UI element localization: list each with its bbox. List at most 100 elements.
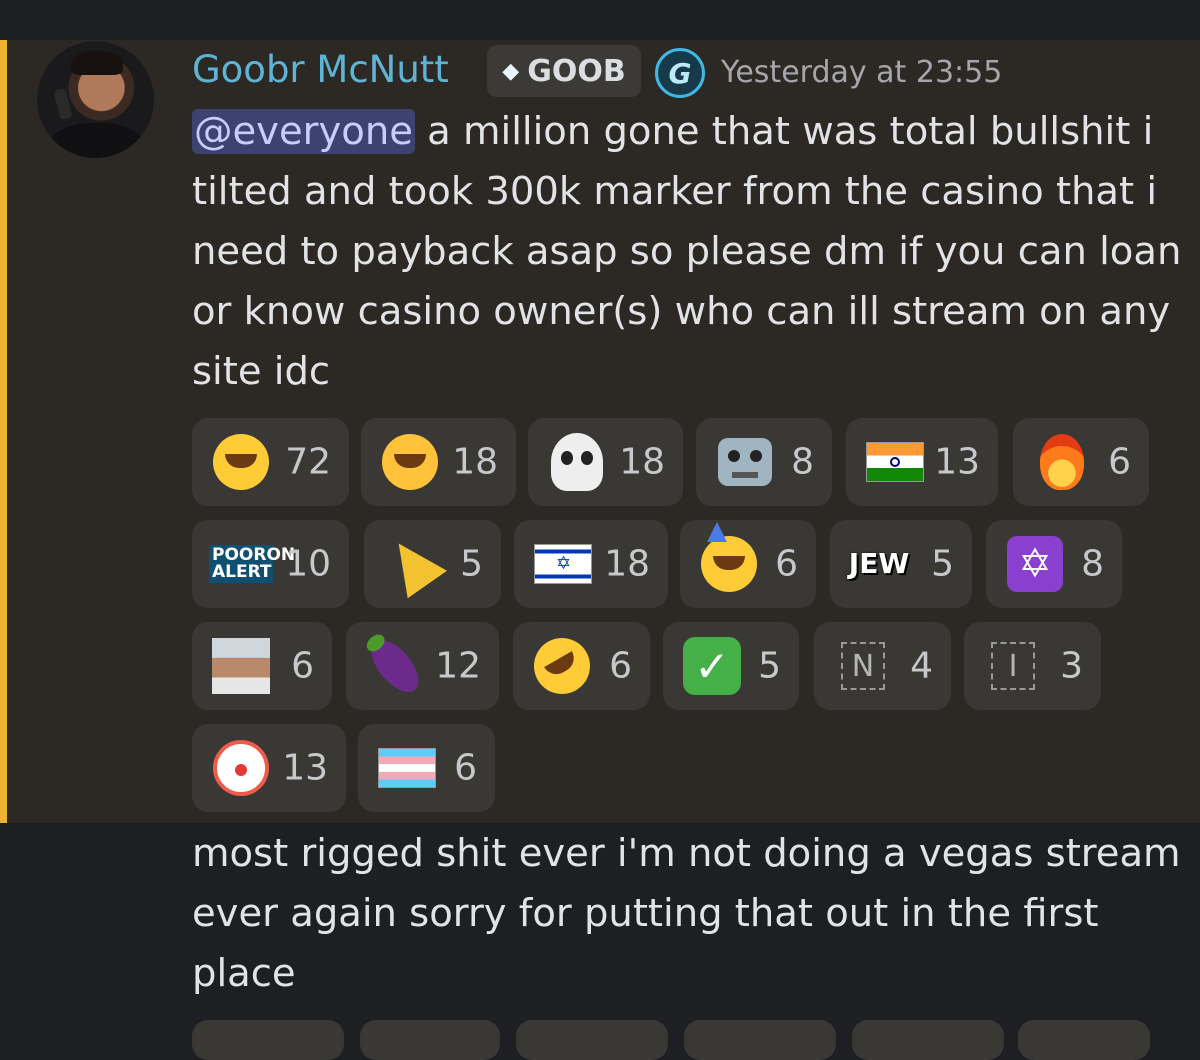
reaction-count: 10 (285, 543, 331, 585)
reaction-jew-custom[interactable]: JEW 5 (830, 520, 972, 608)
guild-tag[interactable]: ◆ GOOB (487, 45, 641, 97)
reaction-regional-n[interactable]: N4 (814, 622, 951, 710)
reaction-emoji: ✓ (681, 635, 743, 697)
partial-reaction[interactable] (852, 1020, 1004, 1060)
reaction-emoji (362, 631, 428, 701)
reaction-emoji (523, 627, 601, 705)
avatar-shirt (49, 123, 144, 158)
reaction-emoji: I (982, 635, 1044, 697)
party-popper-icon (379, 529, 447, 599)
reaction-count: 6 (775, 543, 798, 585)
reaction-count: 6 (291, 645, 314, 687)
reaction-emoji (210, 737, 272, 799)
pooron-alert-custom-icon: POORON ALERT (209, 545, 295, 583)
reaction-rofl-emoji[interactable]: 6 (513, 622, 650, 710)
check-mark-icon: ✓ (683, 637, 741, 695)
timestamp[interactable]: Yesterday at 23:55 (721, 55, 1002, 90)
reaction-joy-emoji[interactable]: 72 (192, 418, 349, 506)
reaction-emoji (546, 431, 608, 493)
reaction-count: 6 (1108, 441, 1131, 483)
reaction-israel-flag[interactable]: ✡ 18 (514, 520, 668, 608)
reaction-emoji (864, 431, 926, 493)
reaction-sob-emoji[interactable]: 18 (361, 418, 516, 506)
reaction-count: 18 (604, 543, 650, 585)
reaction-count: 12 (435, 645, 481, 687)
star-of-david-icon: ✡ (1007, 536, 1063, 592)
reaction-party-popper[interactable]: 5 (364, 520, 501, 608)
reaction-count: 13 (934, 441, 980, 483)
reaction-count: 5 (758, 645, 781, 687)
reaction-count: 13 (282, 747, 328, 789)
reaction-count: 4 (910, 645, 933, 687)
diamond-icon: ◆ (502, 58, 520, 84)
reaction-clown-face[interactable]: 13 (192, 724, 346, 812)
reaction-emoji (210, 431, 272, 493)
jew-custom-icon: JEW (848, 547, 910, 580)
india-flag-icon (866, 442, 924, 482)
reaction-count: 18 (452, 441, 498, 483)
israel-flag-icon: ✡ (534, 544, 592, 584)
reaction-count: 6 (454, 747, 477, 789)
joy-emoji-icon (213, 434, 269, 490)
reaction-count: 6 (609, 645, 632, 687)
reaction-emoji: POORON ALERT (209, 533, 295, 595)
reaction-pooron-alert-custom[interactable]: POORON ALERT 10 (192, 520, 349, 608)
clown-face-icon (213, 740, 269, 796)
reaction-check-mark[interactable]: ✓ 5 (663, 622, 799, 710)
reaction-emoji: ✡ (532, 533, 594, 595)
reaction-count: 3 (1060, 645, 1083, 687)
reaction-man-photo-custom[interactable]: 6 (192, 622, 332, 710)
man-photo-custom-icon (212, 638, 270, 694)
avatar[interactable] (37, 41, 154, 158)
reaction-partying-face[interactable]: 6 (680, 520, 816, 608)
everyone-mention[interactable]: @everyone (192, 109, 415, 154)
top-strip (0, 0, 1200, 40)
reaction-count: 8 (791, 441, 814, 483)
regional-i-icon: I (991, 642, 1035, 690)
reaction-fire-emoji[interactable]: 6 (1013, 418, 1149, 506)
followup-message: most rigged shit ever i'm not doing a ve… (192, 831, 1181, 996)
reaction-emoji (714, 431, 776, 493)
reaction-transgender-flag[interactable]: 6 (358, 724, 495, 812)
reaction-eggplant[interactable]: 12 (346, 622, 499, 710)
reaction-emoji (210, 635, 272, 697)
reaction-count: 5 (460, 543, 483, 585)
reaction-emoji: ✡ (1004, 533, 1066, 595)
reaction-count: 8 (1081, 543, 1104, 585)
regional-n-icon: N (841, 642, 885, 690)
reaction-count: 5 (931, 543, 954, 585)
fire-emoji-icon (1040, 434, 1084, 490)
reaction-emoji: N (832, 635, 894, 697)
partial-reaction[interactable] (1018, 1020, 1150, 1060)
message-content: @everyone a million gone that was total … (192, 102, 1182, 402)
reaction-emoji (376, 737, 438, 799)
mention-highlight-bar (0, 40, 7, 823)
skull-emoji-icon (551, 433, 603, 491)
reaction-emoji (1031, 431, 1093, 493)
transgender-flag-icon (378, 748, 436, 788)
partial-reaction[interactable] (192, 1020, 344, 1060)
badge-icon[interactable]: G (655, 48, 705, 98)
eggplant-icon (362, 631, 428, 701)
rofl-emoji-icon (523, 627, 601, 705)
partying-face-icon (701, 522, 757, 592)
reaction-skull-emoji[interactable]: 18 (528, 418, 683, 506)
reaction-count: 18 (619, 441, 665, 483)
reaction-emoji (379, 431, 441, 493)
guild-tag-label: GOOB (527, 53, 626, 89)
reaction-star-of-david[interactable]: ✡ 8 (986, 520, 1122, 608)
sob-emoji-icon (382, 434, 438, 490)
username[interactable]: Goobr McNutt (192, 48, 449, 91)
robot-emoji-icon (718, 438, 772, 486)
reaction-robot-emoji[interactable]: 8 (696, 418, 832, 506)
reaction-india-flag[interactable]: 13 (846, 418, 998, 506)
avatar-hair (71, 51, 123, 75)
reaction-regional-i[interactable]: I3 (964, 622, 1101, 710)
avatar-phone (53, 87, 73, 121)
reaction-emoji (379, 529, 447, 599)
partial-reaction[interactable] (360, 1020, 500, 1060)
partial-reaction[interactable] (516, 1020, 668, 1060)
reaction-emoji: JEW (848, 533, 910, 595)
reaction-count: 72 (285, 441, 331, 483)
partial-reaction[interactable] (684, 1020, 836, 1060)
